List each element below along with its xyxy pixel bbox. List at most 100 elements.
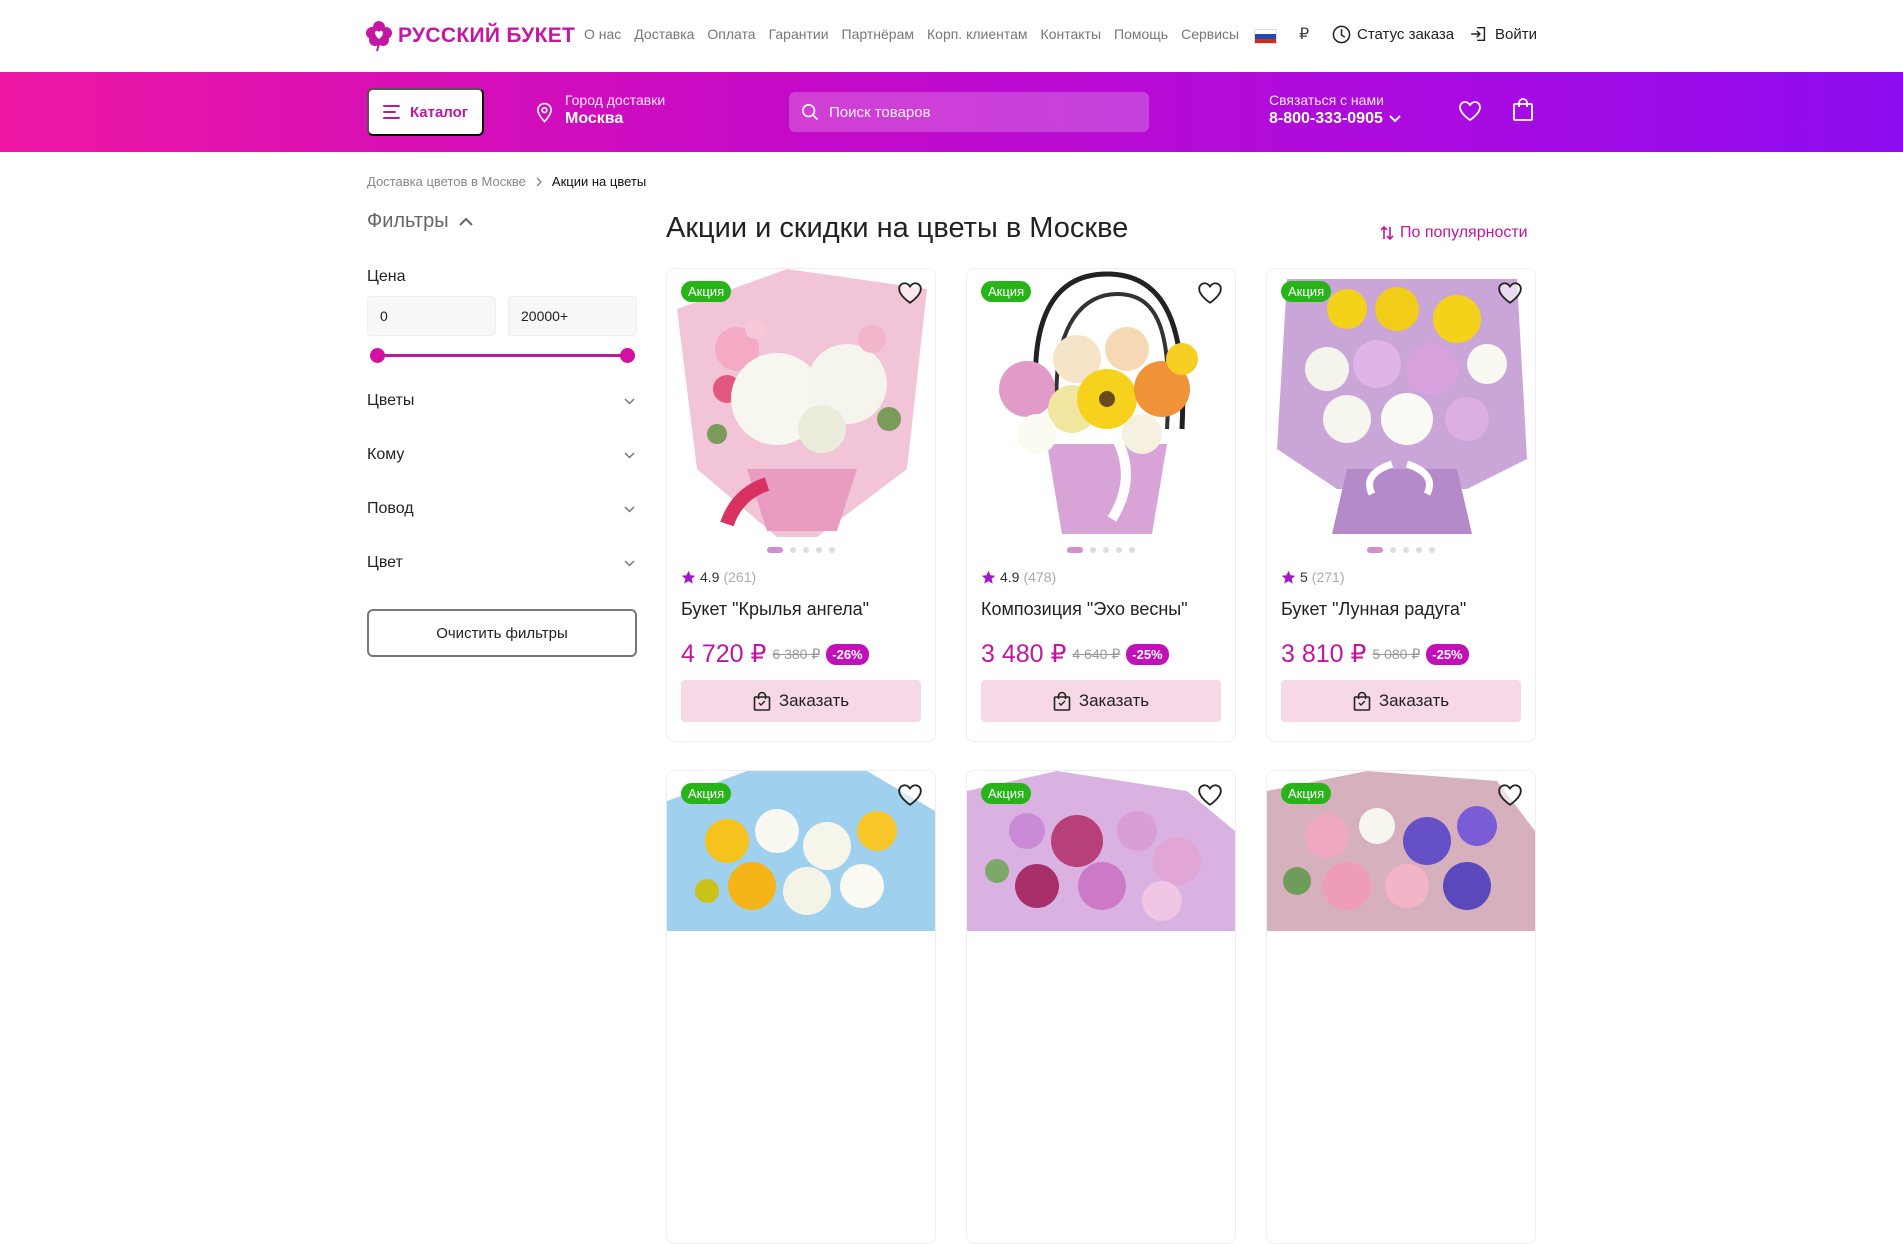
currency-selector[interactable]: ₽ [1299, 24, 1309, 44]
filter-color-label: Цвет [367, 554, 403, 571]
clear-filters-button[interactable]: Очистить фильтры [367, 609, 637, 657]
filter-flowers-label: Цветы [367, 392, 415, 409]
star-icon [681, 570, 696, 584]
price-min-input[interactable] [367, 296, 496, 336]
rating-value: 4.9 [1000, 569, 1020, 585]
discount-badge: -26% [826, 643, 869, 665]
image-carousel-dots[interactable] [967, 547, 1235, 553]
product-card[interactable]: Акция 4.9 (261) Букет "Крылья ангела" 4 … [666, 268, 936, 742]
slider-max-handle[interactable] [620, 348, 635, 363]
product-card[interactable]: Акция [666, 770, 936, 1244]
image-carousel-dots[interactable] [667, 547, 935, 553]
favorite-heart-icon[interactable] [1197, 783, 1223, 807]
product-name[interactable]: Композиция "Эхо весны" [981, 599, 1188, 620]
nav-corporate[interactable]: Корп. клиентам [927, 26, 1028, 42]
product-image[interactable] [967, 771, 1235, 1039]
login-icon [1471, 26, 1486, 42]
product-card[interactable]: Акция [1266, 770, 1536, 1244]
nav-help[interactable]: Помощь [1114, 26, 1168, 42]
order-button[interactable]: Заказать [981, 680, 1221, 722]
sale-badge: Акция [681, 281, 732, 302]
price-label: Цена [367, 268, 406, 285]
product-image[interactable] [667, 771, 935, 1039]
page-title: Акции и скидки на цветы в Москве [666, 212, 1129, 244]
nav-partners[interactable]: Партнёрам [842, 26, 914, 42]
favorites-heart-icon[interactable] [1458, 100, 1482, 122]
sale-badge: Акция [981, 783, 1032, 804]
rating: 4.9 (261) [681, 569, 756, 585]
review-count[interactable]: (271) [1312, 569, 1345, 585]
filter-flowers[interactable]: Цветы [367, 374, 637, 428]
sort-selector[interactable]: По популярности [1380, 224, 1528, 242]
login-link[interactable]: Войти [1470, 25, 1537, 43]
chevron-down-icon [624, 505, 635, 513]
order-button-label: Заказать [1378, 691, 1450, 710]
delivery-city[interactable]: Город доставки Москва [536, 92, 665, 128]
order-button[interactable]: Заказать [681, 680, 921, 722]
product-image[interactable] [1267, 771, 1535, 1039]
slider-min-handle[interactable] [370, 348, 385, 363]
phone-number[interactable]: 8-800-333-0905 [1269, 110, 1383, 128]
chevron-down-icon[interactable] [1389, 115, 1401, 123]
order-button-label: Заказать [1078, 691, 1150, 710]
favorite-heart-icon[interactable] [1497, 783, 1523, 807]
shopping-bag-icon [753, 691, 771, 711]
product-card[interactable]: Акция 5 (271) Букет "Лунная радуга" 3 81… [1266, 268, 1536, 742]
top-nav: О нас Доставка Оплата Гарантии Партнёрам… [584, 26, 1239, 42]
filter-color[interactable]: Цвет [367, 536, 637, 590]
review-count[interactable]: (478) [1023, 569, 1056, 585]
discount-badge: -25% [1426, 643, 1469, 665]
price-slider[interactable] [367, 344, 637, 368]
search-box[interactable] [789, 92, 1149, 132]
russia-flag-icon[interactable] [1254, 29, 1277, 44]
product-card[interactable]: Акция 4.9 (478) Композиция "Эхо весны" 3… [966, 268, 1236, 742]
price-max-input[interactable] [508, 296, 637, 336]
order-status-link[interactable]: Статус заказа [1332, 25, 1454, 44]
brand-name: РУССКИЙ БУКЕТ [398, 24, 576, 47]
nav-contacts[interactable]: Контакты [1041, 26, 1101, 42]
filter-occasion[interactable]: Повод [367, 482, 637, 536]
contact-label: Связаться с нами [1269, 92, 1384, 108]
search-icon [801, 103, 819, 121]
filters-toggle[interactable]: Фильтры [367, 210, 637, 233]
contact-block[interactable]: Связаться с нами 8-800-333-0905 [1269, 92, 1401, 128]
logo-flower-icon [366, 21, 392, 52]
nav-services[interactable]: Сервисы [1181, 26, 1239, 42]
current-price: 3 480 ₽ [981, 640, 1067, 668]
favorite-heart-icon[interactable] [897, 281, 923, 305]
nav-guarantees[interactable]: Гарантии [769, 26, 829, 42]
product-image[interactable] [1267, 269, 1535, 537]
product-name[interactable]: Букет "Крылья ангела" [681, 599, 869, 620]
chevron-down-icon [624, 451, 635, 459]
price-block: 4 720 ₽ 6 380 ₽ -26% [681, 639, 869, 669]
product-image[interactable] [667, 269, 935, 537]
favorite-heart-icon[interactable] [897, 783, 923, 807]
old-price: 4 640 ₽ [1072, 645, 1121, 662]
shopping-bag-icon [1353, 691, 1371, 711]
filter-recipient[interactable]: Кому [367, 428, 637, 482]
logo[interactable]: РУССКИЙ БУКЕТ [366, 20, 575, 52]
sale-badge: Акция [1281, 783, 1332, 804]
product-image[interactable] [967, 269, 1235, 537]
main-header: Каталог Город доставки Москва Связаться … [0, 72, 1903, 152]
nav-payment[interactable]: Оплата [707, 26, 755, 42]
nav-about[interactable]: О нас [584, 26, 621, 42]
image-carousel-dots[interactable] [1267, 547, 1535, 553]
nav-delivery[interactable]: Доставка [634, 26, 694, 42]
product-name[interactable]: Букет "Лунная радуга" [1281, 599, 1466, 620]
product-card[interactable]: Акция [966, 770, 1236, 1244]
search-input[interactable] [829, 103, 1129, 121]
favorite-heart-icon[interactable] [1197, 281, 1223, 305]
sale-badge: Акция [981, 281, 1032, 302]
discount-badge: -25% [1126, 643, 1169, 665]
order-button[interactable]: Заказать [1281, 680, 1521, 722]
catalog-button[interactable]: Каталог [367, 88, 484, 136]
breadcrumb-home[interactable]: Доставка цветов в Москве [367, 174, 526, 189]
star-icon [981, 570, 996, 584]
top-bar: РУССКИЙ БУКЕТ О нас Доставка Оплата Гара… [0, 0, 1903, 72]
filter-recipient-label: Кому [367, 446, 405, 463]
review-count[interactable]: (261) [723, 569, 756, 585]
breadcrumb: Доставка цветов в Москве Акции на цветы [367, 174, 646, 189]
favorite-heart-icon[interactable] [1497, 281, 1523, 305]
cart-bag-icon[interactable] [1512, 98, 1534, 122]
